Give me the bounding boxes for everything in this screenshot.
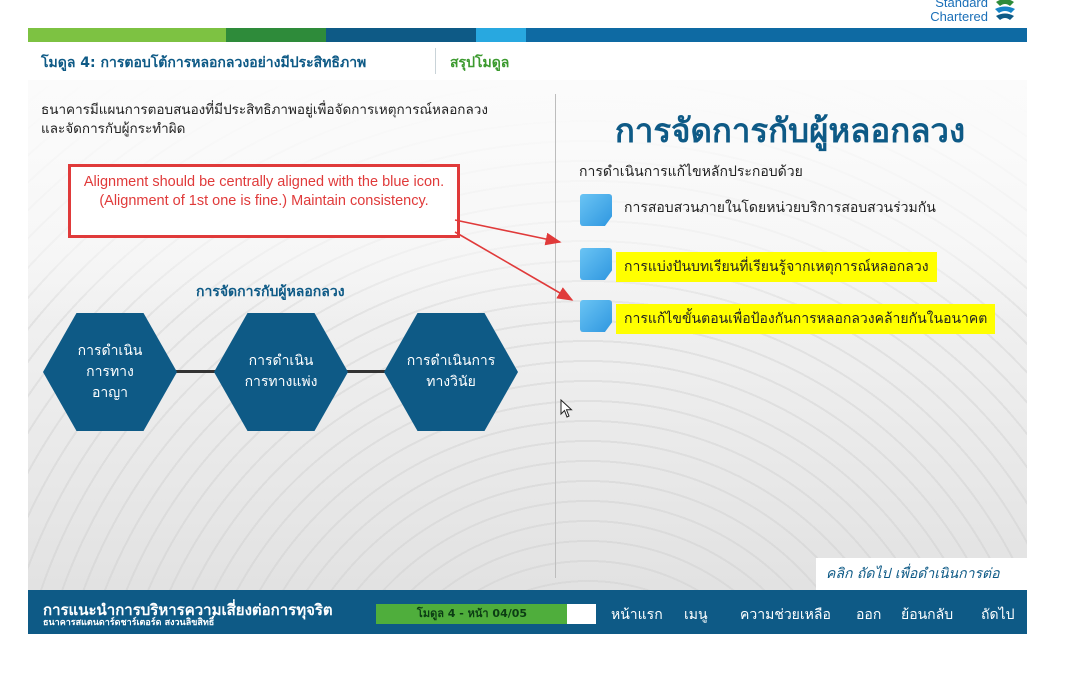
title-divider — [435, 48, 436, 74]
header-stripe-5 — [526, 28, 1027, 42]
click-next-instruction: คลิก ถัดไป เพื่อดำเนินการต่อ — [816, 558, 1027, 590]
header-stripe-3 — [326, 28, 476, 42]
nav-exit-button[interactable]: ออก — [856, 604, 881, 626]
logo-line-2: Chartered — [930, 9, 988, 24]
column-divider — [555, 94, 556, 578]
header-stripe-1 — [28, 28, 226, 42]
bank-copyright: ธนาคารสแตนดาร์ดชาร์เตอร์ด สงวนลิขสิทธิ์ — [43, 618, 215, 628]
sticky-note-icon — [580, 194, 612, 226]
nav-next-button[interactable]: ถัดไป — [981, 604, 1015, 626]
standard-chartered-logo-icon — [995, 0, 1015, 20]
module-title: โมดูล 4: การตอบโต้การหลอกลวงอย่างมีประสิ… — [41, 55, 367, 71]
module-summary-link[interactable]: สรุปโมดูล — [450, 52, 509, 74]
nav-home-button[interactable]: หน้าแรก — [611, 604, 663, 626]
hexagon-label: การดำเนินการทางอาญา — [77, 342, 143, 401]
slide-heading: การจัดการกับผู้หลอกลวง — [614, 111, 966, 150]
nav-back-button[interactable]: ย้อนกลับ — [901, 604, 953, 626]
diagram-title: การจัดการกับผู้หลอกลวง — [196, 284, 345, 300]
bullet-item-1: การสอบสวนภายในโดยหน่วยบริการสอบสวนร่วมกั… — [624, 200, 936, 216]
intro-text: ธนาคารมีแผนการตอบสนองที่มีประสิทธิภาพอยู… — [41, 102, 488, 137]
header-stripe-2 — [226, 28, 326, 42]
review-annotation: Alignment should be centrally aligned wi… — [68, 164, 460, 238]
sticky-note-icon — [580, 300, 612, 332]
progress-label: โมดูล 4 - หน้า 04/05 — [416, 607, 528, 620]
nav-help-button[interactable]: ความช่วยเหลือ — [740, 604, 831, 626]
sticky-note-icon — [580, 248, 612, 280]
hexagon-label: การดำเนินการทางแพ่ง — [244, 353, 318, 390]
mouse-cursor-icon — [560, 399, 573, 418]
brand-logo-text: Standard Chartered — [930, 0, 988, 24]
slide-subheading: การดำเนินการแก้ไขหลักประกอบด้วย — [579, 164, 803, 180]
header-stripe-4 — [476, 28, 526, 42]
hexagon-label: การดำเนินการทางวินัย — [406, 353, 496, 390]
nav-menu-button[interactable]: เมนู — [684, 604, 708, 626]
bullet-item-2: การแบ่งปันบทเรียนที่เรียนรู้จากเหตุการณ์… — [616, 252, 937, 282]
bullet-item-3: การแก้ไขขั้นตอนเพื่อป้องกันการหลอกลวงคล้… — [616, 304, 996, 334]
